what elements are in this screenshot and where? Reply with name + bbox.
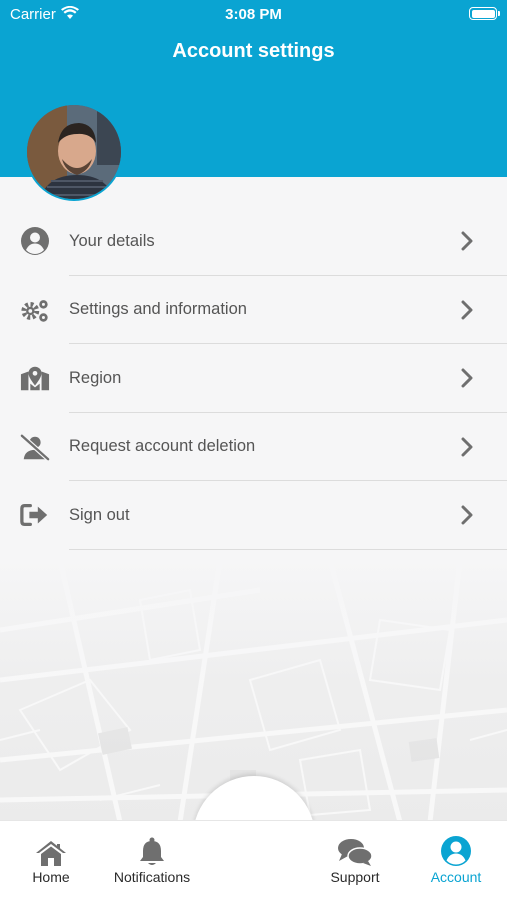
gears-icon [20,295,50,325]
menu-item-label: Sign out [69,505,130,524]
menu-item-label: Settings and information [69,300,247,319]
user-slash-icon [20,432,50,462]
sign-out-icon [20,500,50,530]
bell-icon [102,835,202,867]
chevron-right-icon [460,505,474,525]
menu-item-settings-and-information[interactable]: Settings and information [0,276,507,344]
chat-bubbles-icon [305,835,405,867]
menu-item-label: Request account deletion [69,437,256,456]
menu-item-label: Region [69,368,122,387]
menu-item-region[interactable]: Region [0,344,507,413]
user-circle-icon [20,226,50,256]
chevron-right-icon [460,368,474,388]
chevron-right-icon [460,437,474,457]
clock: 3:08 PM [225,6,282,23]
divider [69,548,507,550]
page-title: Account settings [172,40,335,62]
tab-notifications[interactable]: Notifications [102,835,202,885]
menu-item-request-account-deletion[interactable]: Request account deletion [0,413,507,481]
tab-label: Notifications [113,869,191,885]
tab-label: Home [32,869,70,885]
tab-support[interactable]: Support [305,835,405,885]
home-icon [1,835,101,867]
user-circle-icon [406,835,506,867]
chevron-right-icon [460,231,474,251]
menu-item-sign-out[interactable]: Sign out [0,481,507,550]
tab-label: Account [430,869,482,885]
tab-bar: Home Notifications Support Account [0,820,507,900]
menu-item-label: Your details [69,231,155,250]
tab-home[interactable]: Home [1,835,101,885]
tab-account[interactable]: Account [406,835,506,885]
map-pin-icon [20,363,50,393]
status-bar: Carrier 3:08 PM [0,0,507,30]
tab-label: Support [330,869,380,885]
settings-menu: Your details Settings and information Re… [0,207,507,550]
menu-item-your-details[interactable]: Your details [0,207,507,276]
chevron-right-icon [460,300,474,320]
battery-icon [469,7,500,20]
avatar[interactable] [25,103,123,201]
